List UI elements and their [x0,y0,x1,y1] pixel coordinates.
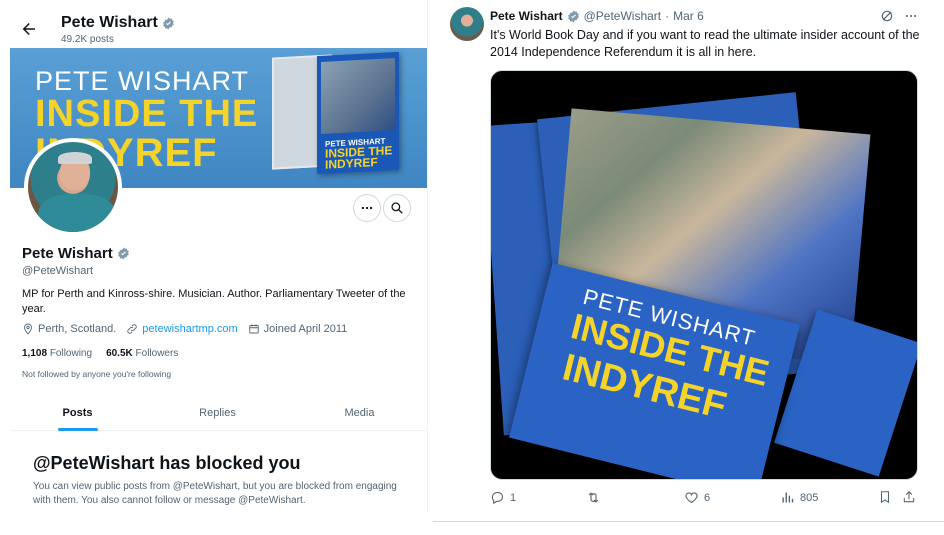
verified-icon[interactable] [117,247,130,260]
tweet-action-bar: 1 6 805 [490,488,918,508]
tweet-author-name[interactable]: Pete Wishart [490,9,563,23]
follow-stats: 1,108 Following 60.5K Followers [22,348,178,359]
header-name-text: Pete Wishart [61,14,158,31]
location-icon [22,323,34,335]
more-icon [360,201,374,215]
profile-panel: Pete Wishart 49.2K posts PETE WISHART IN… [10,0,428,512]
header-name: Pete Wishart [61,14,175,32]
followers-label: Followers [135,348,179,359]
verified-icon[interactable] [567,10,580,23]
following-count: 1,108 [22,348,48,359]
banner-book-title: INSIDE THE INDYREF [325,143,393,172]
website[interactable]: petewishartmp.com [126,323,238,335]
like-button[interactable]: 6 [684,490,710,505]
search-button[interactable] [383,194,411,222]
views-count: 805 [800,491,819,504]
tab-replies-label: Replies [199,407,236,419]
profile-meta: Perth, Scotland. petewishartmp.com Joine… [22,323,347,335]
back-arrow-icon[interactable] [20,20,38,38]
more-icon[interactable] [904,9,918,23]
retweet-button[interactable] [586,490,606,505]
tab-media[interactable]: Media [292,395,427,431]
tweet-separator: · [665,9,670,23]
reply-icon [490,490,505,505]
blocked-title: @PeteWishart has blocked you [33,453,301,473]
like-icon [684,490,699,505]
tab-posts-label: Posts [62,407,93,419]
tweet-image[interactable]: PETE WISHART INSIDE THE INDYREF [490,70,918,480]
profile-tabs: Posts Replies Media [10,395,427,431]
more-button[interactable] [353,194,381,222]
tab-media-label: Media [344,407,375,419]
verified-icon [162,17,175,30]
tweet-date[interactable]: Mar 6 [673,9,704,23]
reply-button[interactable]: 1 [490,490,516,505]
profile-name-text: Pete Wishart [22,245,113,262]
retweet-icon [586,490,601,505]
following-label: Following [49,348,93,359]
tweet-avatar[interactable] [450,7,484,41]
following-link[interactable]: 1,108 Following [22,348,92,359]
profile-handle: @PeteWishart [22,265,94,277]
bookmark-icon [878,490,892,504]
tweet-text: It's World Book Day and if you want to r… [490,28,920,59]
tab-replies[interactable]: Replies [150,395,285,431]
profile-bio: MP for Perth and Kinross-shire. Musician… [22,288,406,315]
like-count: 6 [704,491,711,504]
followers-link[interactable]: 60.5K Followers [106,348,178,359]
share-button[interactable] [902,490,916,504]
views-button[interactable]: 805 [780,490,818,505]
joined-text: Joined April 2011 [263,323,348,335]
joined-date: Joined April 2011 [248,323,348,335]
tab-posts[interactable]: Posts [10,395,145,431]
blocked-text: You can view public posts from @PeteWish… [33,481,397,506]
followers-count: 60.5K [106,348,133,359]
website-link[interactable]: petewishartmp.com [142,323,237,335]
avatar[interactable] [24,138,122,236]
share-icon [902,490,916,504]
calendar-icon [248,323,260,335]
profile-name: Pete Wishart [22,245,130,262]
tweet-header: Pete Wishart @PeteWishart · Mar 6 [490,9,704,23]
banner-book-photo [321,58,395,134]
not-followed-note: Not followed by anyone you're following [22,369,172,379]
posts-count: 49.2K posts [61,34,114,45]
tweet-top-actions [880,9,918,23]
reply-count: 1 [510,491,517,504]
bookmark-button[interactable] [878,490,892,504]
tweet-handle[interactable]: @PeteWishart [584,9,662,23]
banner-book-cover: PETE WISHART INSIDE THE INDYREF [317,51,399,175]
avatar-hair [58,152,92,164]
tweet[interactable]: Pete Wishart @PeteWishart · Mar 6 It's W… [433,0,944,522]
views-icon [780,490,795,505]
search-icon [390,201,404,215]
location: Perth, Scotland. [22,323,116,335]
grok-icon[interactable] [880,9,894,23]
profile-header: Pete Wishart 49.2K posts [10,0,427,48]
banner-title-line1: INSIDE THE [35,93,259,135]
avatar-jacket [38,194,116,232]
link-icon [126,323,138,335]
location-text: Perth, Scotland. [38,323,117,335]
